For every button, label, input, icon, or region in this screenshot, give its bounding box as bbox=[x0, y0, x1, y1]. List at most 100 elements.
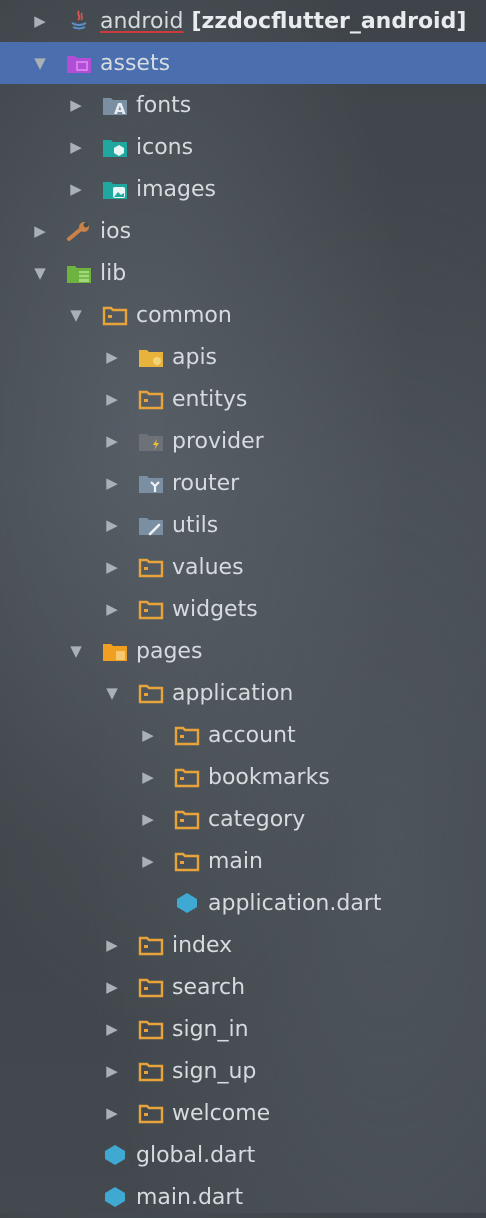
folder-icon bbox=[174, 808, 200, 830]
tree-item-application[interactable]: ▼ application bbox=[0, 672, 486, 714]
router-folder-icon bbox=[138, 472, 164, 494]
chevron-right-icon[interactable]: ▶ bbox=[100, 387, 124, 411]
tree-item-label: widgets bbox=[172, 596, 258, 622]
chevron-right-icon[interactable]: ▶ bbox=[100, 513, 124, 537]
folder-icon bbox=[138, 1060, 164, 1082]
tree-item-pages[interactable]: ▼ pages bbox=[0, 630, 486, 672]
chevron-right-icon[interactable]: ▶ bbox=[136, 723, 160, 747]
tree-item-label: entitys bbox=[172, 386, 248, 412]
dart-file-icon bbox=[102, 1144, 128, 1166]
chevron-right-icon[interactable]: ▶ bbox=[28, 219, 52, 243]
ios-wrench-icon bbox=[66, 220, 92, 242]
folder-icon bbox=[138, 556, 164, 578]
svg-text:A: A bbox=[114, 100, 126, 116]
chevron-right-icon[interactable]: ▶ bbox=[64, 177, 88, 201]
tree-item-images[interactable]: ▶ images bbox=[0, 168, 486, 210]
tree-item-utils[interactable]: ▶ utils bbox=[0, 504, 486, 546]
tree-item-label: category bbox=[208, 806, 306, 832]
tree-item-label: search bbox=[172, 974, 246, 1000]
tree-item-label: account bbox=[208, 722, 296, 748]
tree-item-application-dart[interactable]: ▶ application.dart bbox=[0, 882, 486, 924]
chevron-right-icon[interactable]: ▶ bbox=[136, 807, 160, 831]
tree-item-label: assets bbox=[100, 50, 171, 76]
chevron-right-icon[interactable]: ▶ bbox=[100, 1017, 124, 1041]
chevron-down-icon[interactable]: ▼ bbox=[28, 51, 52, 75]
tree-item-label: apis bbox=[172, 344, 218, 370]
tree-item-welcome[interactable]: ▶ welcome bbox=[0, 1092, 486, 1134]
tree-item-label: global.dart bbox=[136, 1142, 256, 1168]
chevron-right-icon[interactable]: ▶ bbox=[64, 135, 88, 159]
tree-item-label: router bbox=[172, 470, 240, 496]
tree-item-label: main.dart bbox=[136, 1184, 244, 1210]
chevron-right-icon[interactable]: ▶ bbox=[100, 471, 124, 495]
chevron-right-icon[interactable]: ▶ bbox=[100, 597, 124, 621]
chevron-right-icon[interactable]: ▶ bbox=[100, 429, 124, 453]
project-tree: ▶ android [zzdocflutter_android] ▼ asset… bbox=[0, 0, 486, 1213]
folder-icon bbox=[138, 682, 164, 704]
folder-icon bbox=[138, 976, 164, 998]
apis-folder-icon bbox=[138, 346, 164, 368]
folder-icon bbox=[138, 934, 164, 956]
chevron-right-icon[interactable]: ▶ bbox=[100, 555, 124, 579]
tree-item-bookmarks[interactable]: ▶ bookmarks bbox=[0, 756, 486, 798]
tree-item-search[interactable]: ▶ search bbox=[0, 966, 486, 1008]
tree-item-entitys[interactable]: ▶ entitys bbox=[0, 378, 486, 420]
folder-icon bbox=[174, 724, 200, 746]
tree-item-label: bookmarks bbox=[208, 764, 330, 790]
tree-item-assets[interactable]: ▼ assets bbox=[0, 42, 486, 84]
chevron-right-icon[interactable]: ▶ bbox=[100, 345, 124, 369]
tree-item-global-dart[interactable]: ▶ global.dart bbox=[0, 1134, 486, 1176]
tree-item-widgets[interactable]: ▶ widgets bbox=[0, 588, 486, 630]
tree-item-label: android bbox=[100, 8, 184, 34]
tree-item-common[interactable]: ▼ common bbox=[0, 294, 486, 336]
dart-file-icon bbox=[174, 892, 200, 914]
tree-item-category[interactable]: ▶ category bbox=[0, 798, 486, 840]
tree-item-label: utils bbox=[172, 512, 219, 538]
chevron-right-icon[interactable]: ▶ bbox=[64, 93, 88, 117]
chevron-down-icon[interactable]: ▼ bbox=[64, 639, 88, 663]
tree-item-label: application.dart bbox=[208, 890, 382, 916]
tree-item-lib[interactable]: ▼ lib bbox=[0, 252, 486, 294]
folder-icon bbox=[138, 388, 164, 410]
tree-item-account[interactable]: ▶ account bbox=[0, 714, 486, 756]
tree-item-sign-in[interactable]: ▶ sign_in bbox=[0, 1008, 486, 1050]
tree-item-label: welcome bbox=[172, 1100, 271, 1126]
chevron-right-icon[interactable]: ▶ bbox=[100, 975, 124, 999]
chevron-right-icon[interactable]: ▶ bbox=[136, 849, 160, 873]
tree-item-provider[interactable]: ▶ provider bbox=[0, 420, 486, 462]
tree-item-label: images bbox=[136, 176, 216, 202]
chevron-right-icon[interactable]: ▶ bbox=[100, 933, 124, 957]
pages-folder-icon bbox=[102, 640, 128, 662]
java-module-icon bbox=[66, 10, 92, 32]
tree-item-index[interactable]: ▶ index bbox=[0, 924, 486, 966]
tree-item-android[interactable]: ▶ android [zzdocflutter_android] bbox=[0, 0, 486, 42]
tree-item-main-dart[interactable]: ▶ main.dart bbox=[0, 1176, 486, 1218]
tree-item-label: lib bbox=[100, 260, 127, 286]
tree-item-values[interactable]: ▶ values bbox=[0, 546, 486, 588]
chevron-down-icon[interactable]: ▼ bbox=[28, 261, 52, 285]
tree-item-router[interactable]: ▶ router bbox=[0, 462, 486, 504]
chevron-right-icon[interactable]: ▶ bbox=[100, 1101, 124, 1125]
tree-item-label: sign_up bbox=[172, 1058, 257, 1084]
folder-icon bbox=[138, 1018, 164, 1040]
assets-folder-icon bbox=[66, 52, 92, 74]
tree-item-icons[interactable]: ▶ icons bbox=[0, 126, 486, 168]
provider-folder-icon bbox=[138, 430, 164, 452]
tree-item-label: main bbox=[208, 848, 263, 874]
tree-item-apis[interactable]: ▶ apis bbox=[0, 336, 486, 378]
tree-item-main[interactable]: ▶ main bbox=[0, 840, 486, 882]
tree-item-fonts[interactable]: ▶ A fonts bbox=[0, 84, 486, 126]
tree-item-label: fonts bbox=[136, 92, 192, 118]
folder-icon bbox=[138, 1102, 164, 1124]
tree-item-sign-up[interactable]: ▶ sign_up bbox=[0, 1050, 486, 1092]
chevron-right-icon[interactable]: ▶ bbox=[100, 1059, 124, 1083]
chevron-down-icon[interactable]: ▼ bbox=[100, 681, 124, 705]
tree-item-label: values bbox=[172, 554, 244, 580]
chevron-right-icon[interactable]: ▶ bbox=[28, 9, 52, 33]
tree-item-ios[interactable]: ▶ ios bbox=[0, 210, 486, 252]
tree-item-label: ios bbox=[100, 218, 132, 244]
images-folder-icon bbox=[102, 178, 128, 200]
chevron-right-icon[interactable]: ▶ bbox=[136, 765, 160, 789]
chevron-down-icon[interactable]: ▼ bbox=[64, 303, 88, 327]
tree-item-label: application bbox=[172, 680, 294, 706]
